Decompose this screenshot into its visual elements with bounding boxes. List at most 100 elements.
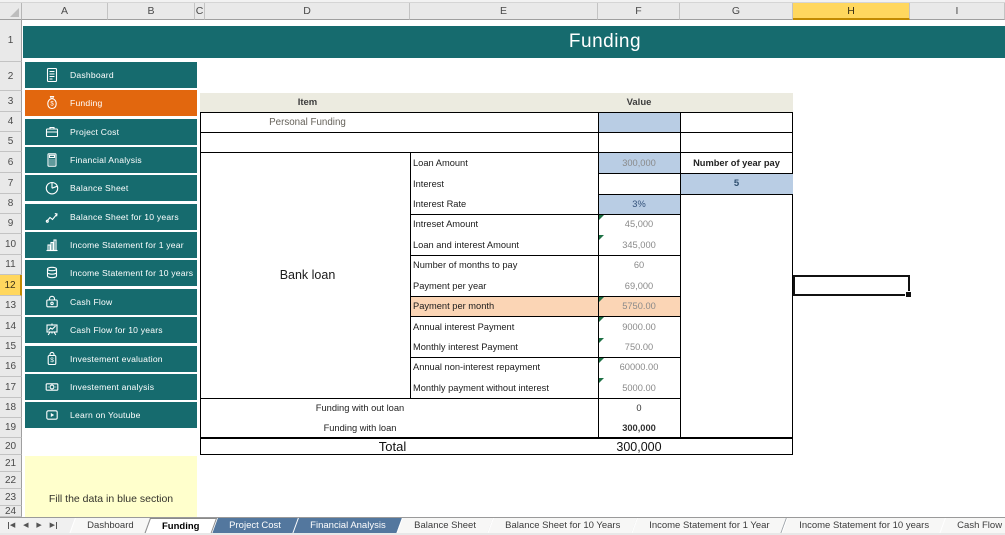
sidebar-item-dashboard[interactable]: Dashboard — [25, 62, 197, 88]
sidebar-item-investement-analysis[interactable]: Investement analysis — [25, 374, 197, 400]
cell-monthly-payment-without-interest-label[interactable]: Monthly payment without interest — [413, 377, 595, 398]
row-header-2[interactable]: 2 — [0, 62, 22, 91]
cell-monthly-interest-payment-value[interactable]: 750.00 — [598, 337, 680, 357]
sheet-tab-income-statement-for-1-year[interactable]: Income Statement for 1 Year — [631, 518, 787, 533]
cell-payment-per-year-label[interactable]: Payment per year — [413, 275, 595, 296]
row-header-8[interactable]: 8 — [0, 194, 22, 214]
sidebar-item-funding[interactable]: $Funding — [25, 90, 197, 116]
sheet-tab-balance-sheet[interactable]: Balance Sheet — [396, 518, 494, 533]
cell-annual-non-interest-repayment-label[interactable]: Annual non-interest repayment — [413, 357, 595, 377]
cell-number-of-months-to-pay-label[interactable]: Number of months to pay — [413, 255, 595, 275]
sidebar-item-cash-flow[interactable]: Cash Flow — [25, 289, 197, 315]
row-header-1[interactable]: 1 — [0, 20, 22, 62]
column-header-B[interactable]: B — [108, 3, 195, 20]
cell-total-label[interactable]: Total — [205, 438, 580, 455]
column-header-I[interactable]: I — [910, 3, 1005, 20]
row-header-10[interactable]: 10 — [0, 234, 22, 255]
cell-loan-amount-value[interactable]: 300,000 — [598, 152, 680, 173]
cell-intreset-amount-value[interactable]: 45,000 — [598, 214, 680, 234]
last-sheet-button[interactable]: ▶ — [50, 522, 57, 529]
cell-number-of-year-pay-value[interactable]: 5 — [680, 173, 793, 194]
column-title-value[interactable]: Value — [598, 93, 680, 112]
selected-cell[interactable] — [793, 275, 910, 296]
cell-number-of-months-to-pay-value[interactable]: 60 — [598, 255, 680, 275]
column-header-E[interactable]: E — [410, 3, 598, 20]
column-header-G[interactable]: G — [680, 3, 793, 20]
row-header-17[interactable]: 17 — [0, 377, 22, 398]
row-header-23[interactable]: 23 — [0, 489, 22, 506]
sidebar-item-financial-analysis[interactable]: Financial Analysis — [25, 147, 197, 173]
row-header-24[interactable]: 24 — [0, 506, 22, 517]
cell-number-of-year-pay-label[interactable]: Number of year pay — [680, 152, 793, 173]
sidebar-item-investement-evaluation[interactable]: $Investement evaluation — [25, 346, 197, 372]
cell-funding-with-out-loan-label[interactable]: Funding with out loan — [205, 398, 515, 418]
row-header-7[interactable]: 7 — [0, 173, 22, 194]
row-header-3[interactable]: 3 — [0, 91, 22, 112]
column-header-C[interactable]: C — [195, 3, 205, 20]
row-header-12[interactable]: 12 — [0, 275, 22, 296]
row-header-16[interactable]: 16 — [0, 357, 22, 377]
row-header-18[interactable]: 18 — [0, 398, 22, 418]
column-header-H[interactable]: H — [793, 3, 910, 20]
row-header-22[interactable]: 22 — [0, 472, 22, 489]
sheet-tab-dashboard[interactable]: Dashboard — [69, 518, 151, 533]
sidebar-item-income-statement-for-10-years[interactable]: Income Statement for 10 years — [25, 260, 197, 286]
cell-bank-loan-label[interactable]: Bank loan — [205, 152, 410, 398]
cell-intreset-amount-label[interactable]: Intreset Amount — [413, 214, 595, 234]
cell-funding-with-loan-label[interactable]: Funding with loan — [205, 418, 515, 438]
row-header-21[interactable]: 21 — [0, 455, 22, 472]
cell-interest-value[interactable] — [598, 173, 680, 194]
sheet-tab-cash-flow[interactable]: Cash Flow — [940, 518, 1005, 533]
cell-interest-rate-value[interactable]: 3% — [598, 194, 680, 214]
cell-interest-label[interactable]: Interest — [413, 173, 595, 194]
sidebar-item-balance-sheet[interactable]: Balance Sheet — [25, 175, 197, 201]
row-header-19[interactable]: 19 — [0, 418, 22, 438]
row-header-6[interactable]: 6 — [0, 152, 22, 173]
previous-sheet-button[interactable]: ◀ — [23, 522, 28, 529]
column-header-D[interactable]: D — [205, 3, 410, 20]
sheet-tab-income-statement-for-10-years[interactable]: Income Statement for 10 years — [781, 518, 947, 533]
column-header-A[interactable]: A — [22, 3, 108, 20]
row-header-9[interactable]: 9 — [0, 214, 22, 234]
next-sheet-button[interactable]: ▶ — [36, 522, 41, 529]
column-title-item[interactable]: Item — [205, 93, 410, 112]
cell-personal-funding-label[interactable]: Personal Funding — [205, 112, 410, 132]
cell-payment-per-month-value[interactable]: 5750.00 — [598, 296, 680, 316]
sheet-tab-label: Balance Sheet — [414, 518, 476, 533]
row-header-4[interactable]: 4 — [0, 112, 22, 132]
cell-loan-and-interest-amount-label[interactable]: Loan and interest Amount — [413, 234, 595, 255]
fill-handle[interactable] — [905, 291, 912, 298]
row-header-11[interactable]: 11 — [0, 255, 22, 275]
sidebar-item-balance-sheet-for-10-years[interactable]: Balance Sheet for 10 years — [25, 204, 197, 230]
sidebar-item-cash-flow-for-10-years[interactable]: Cash Flow for 10 years — [25, 317, 197, 343]
column-header-F[interactable]: F — [598, 3, 680, 20]
cell-payment-per-month-label[interactable]: Payment per month — [413, 296, 595, 316]
sheet-tab-funding[interactable]: Funding — [144, 518, 218, 533]
sheet-tab-balance-sheet-for-10-years[interactable]: Balance Sheet for 10 Years — [487, 518, 638, 533]
first-sheet-button[interactable]: ◀ — [8, 522, 15, 529]
row-header-20[interactable]: 20 — [0, 438, 22, 455]
sidebar-item-income-statement-for-1-year[interactable]: Income Statement for 1 year — [25, 232, 197, 258]
sheet-tab-project-cost[interactable]: Project Cost — [211, 518, 299, 533]
cell-loan-amount-label[interactable]: Loan Amount — [413, 152, 595, 173]
cell-annual-interest-payment-value[interactable]: 9000.00 — [598, 316, 680, 337]
row-header-15[interactable]: 15 — [0, 337, 22, 357]
cell-payment-per-year-value[interactable]: 69,000 — [598, 275, 680, 296]
cell-monthly-payment-without-interest-value[interactable]: 5000.00 — [598, 377, 680, 398]
cell-monthly-interest-payment-label[interactable]: Monthly interest Payment — [413, 337, 595, 357]
cell-annual-non-interest-repayment-value[interactable]: 60000.00 — [598, 357, 680, 377]
cell-loan-and-interest-amount-value[interactable]: 345,000 — [598, 234, 680, 255]
cell-personal-funding-value[interactable] — [598, 112, 680, 132]
cell-funding-with-loan-value[interactable]: 300,000 — [598, 418, 680, 438]
sheet-tab-financial-analysis[interactable]: Financial Analysis — [292, 518, 403, 533]
sidebar-item-learn-on-youtube[interactable]: Learn on Youtube — [25, 402, 197, 428]
select-all-corner[interactable] — [0, 3, 22, 20]
row-header-13[interactable]: 13 — [0, 296, 22, 316]
row-header-5[interactable]: 5 — [0, 132, 22, 152]
cell-interest-rate-label[interactable]: Interest Rate — [413, 194, 595, 214]
row-header-14[interactable]: 14 — [0, 316, 22, 337]
cell-total-value[interactable]: 300,000 — [598, 438, 680, 455]
sidebar-item-project-cost[interactable]: Project Cost — [25, 119, 197, 145]
cell-annual-interest-payment-label[interactable]: Annual interest Payment — [413, 316, 595, 337]
cell-funding-with-out-loan-value[interactable]: 0 — [598, 398, 680, 418]
